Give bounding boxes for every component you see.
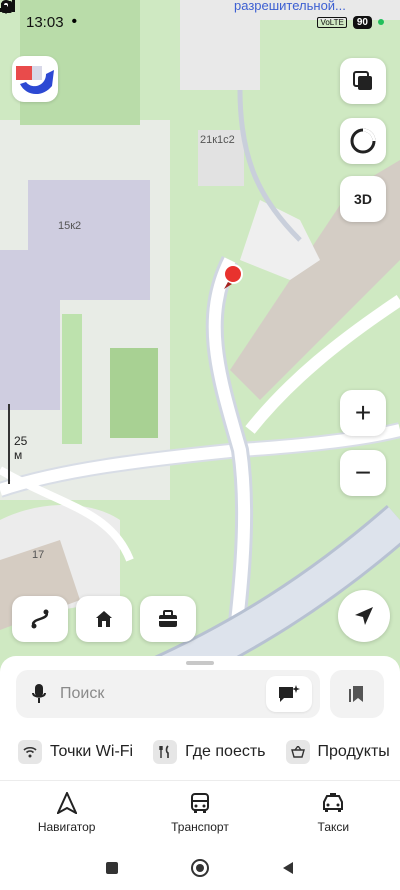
route-shortcut-button[interactable]	[12, 596, 68, 642]
zoom-in-button[interactable]: +	[340, 390, 386, 436]
system-navigation	[0, 846, 400, 890]
search-input[interactable]: Поиск	[60, 685, 266, 703]
navigation-arrow-icon	[355, 607, 373, 625]
logo-icon	[16, 66, 54, 95]
my-location-button[interactable]	[338, 590, 390, 642]
building-label: 15к2	[58, 220, 82, 232]
alice-assistant-button[interactable]	[266, 676, 312, 712]
navigator-icon	[56, 792, 77, 814]
nav-taxi[interactable]: Такси	[267, 788, 400, 838]
status-right: VoLTE 90	[0, 0, 384, 29]
home-system-icon[interactable]	[190, 858, 210, 878]
bookmarks-icon	[349, 686, 363, 702]
status-time: 13:03	[26, 13, 64, 31]
nav-label: Транспорт	[171, 820, 229, 834]
signal-icon	[0, 0, 15, 12]
scale-label: 25 м	[14, 434, 28, 462]
building-label: 21к1с2	[200, 134, 235, 146]
battery-level: 90	[352, 15, 372, 29]
more-dots-icon: •	[71, 13, 78, 30]
bottom-sheet: Поиск Точки Wi-Fi Где поесть Продукты На…	[0, 656, 400, 890]
divider	[0, 780, 400, 781]
3d-button[interactable]: 3D	[340, 176, 386, 222]
chip-wifi[interactable]: Точки Wi-Fi	[18, 740, 133, 764]
search-bar[interactable]: Поиск	[16, 670, 320, 718]
volte-badge: VoLTE	[317, 16, 347, 28]
privacy-indicator-icon	[378, 19, 384, 25]
microphone-icon[interactable]	[32, 683, 46, 705]
back-icon[interactable]	[280, 860, 296, 876]
fork-knife-icon	[153, 740, 178, 764]
map-view[interactable]: 13:03 • VoLTE 90 разрешительной... 21к1с…	[0, 0, 400, 680]
bookmarks-button[interactable]	[330, 670, 384, 718]
layers-icon	[353, 71, 372, 90]
map-canvas	[0, 0, 400, 680]
sheet-handle[interactable]	[186, 661, 214, 665]
chip-label: Точки Wi-Fi	[50, 743, 134, 760]
alice-icon	[279, 685, 300, 702]
recents-icon[interactable]	[104, 860, 120, 876]
category-chips: Точки Wi-Fi Где поесть Продукты	[18, 740, 390, 764]
wifi-icon	[18, 740, 42, 764]
home-icon	[96, 611, 112, 627]
chip-label: Продукты	[317, 743, 390, 760]
taxi-icon	[323, 793, 344, 812]
work-shortcut-button[interactable]	[140, 596, 196, 642]
nav-label: Навигатор	[37, 820, 96, 834]
compass-icon	[350, 128, 376, 154]
status-icons: •	[1, 1, 78, 31]
bus-icon	[190, 793, 209, 813]
layers-button[interactable]	[340, 58, 386, 104]
scale-bar	[8, 404, 10, 484]
status-bar: 13:03 • VoLTE 90	[0, 0, 400, 44]
work-icon	[159, 610, 177, 627]
chip-food[interactable]: Где поесть	[153, 740, 266, 764]
nav-transport[interactable]: Транспорт	[133, 788, 266, 838]
nav-label: Такси	[317, 820, 350, 834]
pin-icon	[223, 264, 243, 289]
compass-button[interactable]	[340, 118, 386, 164]
bottom-navigation: Навигатор Транспорт Такси	[0, 788, 400, 838]
yandex-maps-logo[interactable]	[12, 56, 58, 102]
zoom-out-button[interactable]: −	[340, 450, 386, 496]
home-shortcut-button[interactable]	[76, 596, 132, 642]
location-pin[interactable]	[222, 264, 244, 290]
chip-label: Где поесть	[185, 743, 266, 760]
chip-groceries[interactable]: Продукты	[285, 740, 390, 764]
route-icon	[31, 609, 49, 629]
building-label: 17	[32, 549, 45, 561]
nav-navigator[interactable]: Навигатор	[0, 788, 133, 838]
basket-icon	[285, 740, 310, 764]
